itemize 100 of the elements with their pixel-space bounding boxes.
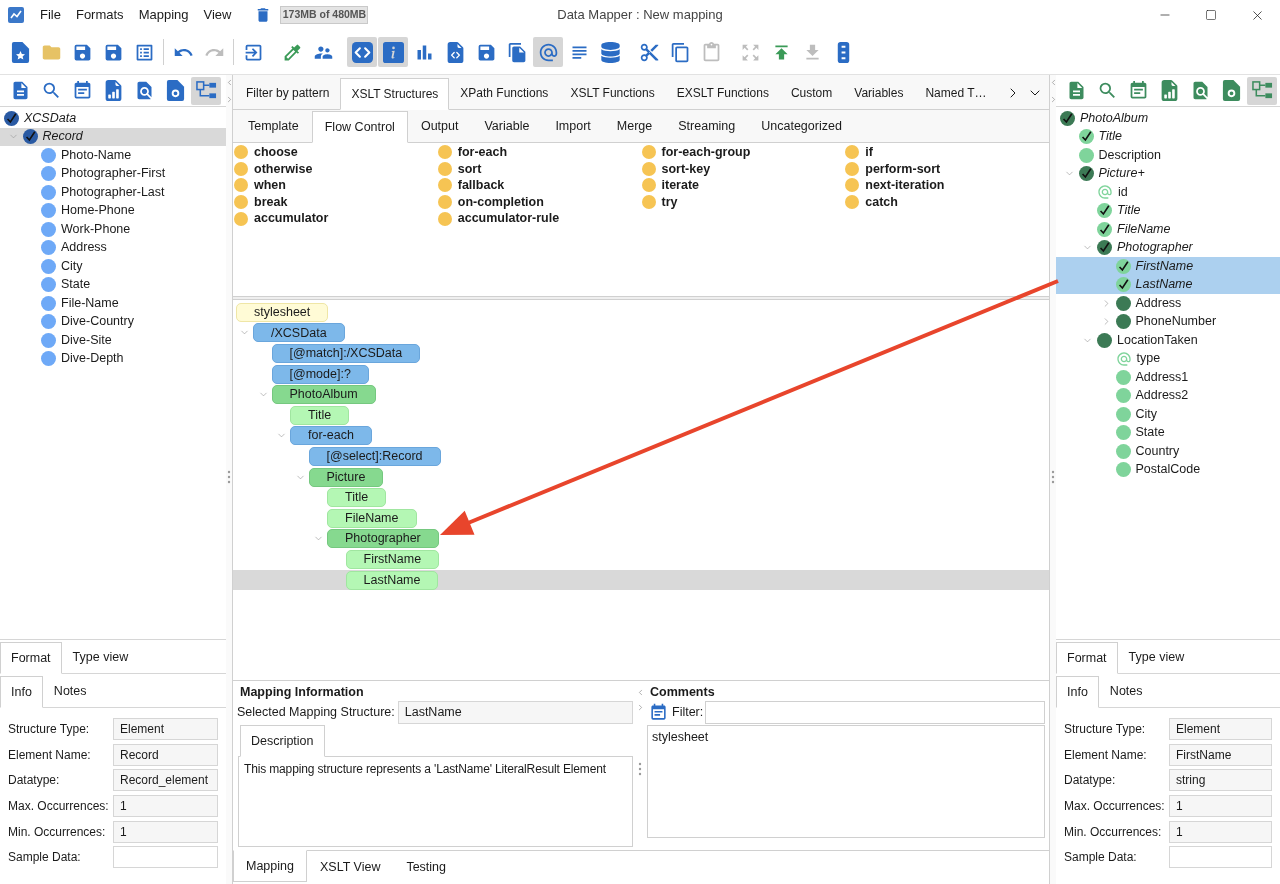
mapping-structure-field[interactable]: LastName <box>397 701 633 724</box>
tab[interactable]: EXSLT Functions <box>665 77 780 109</box>
tab[interactable]: Type view <box>1117 641 1196 673</box>
mapping-node[interactable]: Photographer <box>327 529 439 549</box>
tree-item[interactable]: LastName <box>1097 275 1193 294</box>
tree-item[interactable]: FirstName <box>1097 257 1194 276</box>
tree-item[interactable]: Picture+ <box>1060 164 1145 183</box>
tab[interactable]: Streaming <box>665 110 749 142</box>
tab[interactable]: Format <box>1056 642 1118 674</box>
tree-item[interactable]: State <box>1097 423 1165 442</box>
property-field[interactable]: 1 <box>1169 820 1272 843</box>
structure-item[interactable]: accumulator <box>234 210 329 227</box>
tab[interactable]: Mapping <box>233 850 307 882</box>
mapping-node[interactable]: [@match]:/XCSData <box>271 344 421 363</box>
structure-item[interactable]: fallback <box>437 177 505 194</box>
tree-item[interactable]: Dive-Country <box>22 312 134 331</box>
structure-item[interactable]: for-each-group <box>641 144 751 161</box>
property-field[interactable]: Element <box>113 718 218 741</box>
tab[interactable]: Info <box>0 676 43 708</box>
tree-item[interactable]: type <box>1097 349 1161 368</box>
property-field[interactable]: FirstName <box>1169 743 1272 766</box>
mapping-node[interactable]: Title <box>327 488 387 508</box>
structure-item[interactable]: next-iteration <box>845 177 945 194</box>
property-field[interactable]: Record_element <box>113 769 218 792</box>
tree-item[interactable]: File-Name <box>22 294 119 313</box>
mapping-node[interactable]: /XCSData <box>253 323 345 343</box>
structure-item[interactable]: accumulator-rule <box>437 210 560 227</box>
tab[interactable]: Format <box>0 642 62 674</box>
memory-indicator[interactable]: 173MB of 480MB <box>280 6 369 24</box>
tree-item[interactable]: Country <box>1097 442 1180 461</box>
grip-icon[interactable] <box>638 762 642 776</box>
mapping-node[interactable]: FirstName <box>345 549 440 569</box>
property-field[interactable]: Record <box>113 743 218 766</box>
structure-item[interactable]: catch <box>845 193 898 211</box>
tree-item[interactable]: State <box>22 275 91 294</box>
grip-icon[interactable] <box>227 470 231 484</box>
tree-item[interactable]: id <box>1078 183 1128 202</box>
tree-item[interactable]: Photographer-Last <box>22 183 165 202</box>
tree-item[interactable]: Record <box>4 127 83 146</box>
tree-item[interactable]: Home-Phone <box>22 201 135 220</box>
menu-item[interactable]: Mapping <box>132 4 195 26</box>
tree-item[interactable]: Title <box>1078 201 1141 220</box>
tree-item[interactable]: Dive-Site <box>22 331 112 350</box>
tree-item[interactable]: Description <box>1060 146 1162 165</box>
mapping-node[interactable]: [@select]:Record <box>308 446 441 466</box>
structure-item[interactable]: if <box>845 144 873 161</box>
property-field[interactable] <box>113 846 218 869</box>
property-field[interactable]: string <box>1169 769 1272 792</box>
comment-entry[interactable]: stylesheet <box>652 729 709 745</box>
structure-item[interactable]: sort <box>437 160 482 178</box>
mapping-node[interactable]: for-each <box>290 426 372 446</box>
tab[interactable]: Flow Control <box>311 111 408 143</box>
tab[interactable]: Uncategorized <box>748 110 855 142</box>
tree-item[interactable]: Photographer-First <box>22 164 166 183</box>
mapping-node[interactable]: Picture <box>308 467 384 487</box>
tree-item[interactable]: Work-Phone <box>22 220 131 239</box>
tab[interactable]: XPath Functions <box>449 77 560 109</box>
tab[interactable]: Variable <box>471 110 543 142</box>
structure-item[interactable]: otherwise <box>234 160 313 178</box>
tree-item[interactable]: City <box>22 257 83 276</box>
property-field[interactable] <box>1169 846 1272 869</box>
grip-icon[interactable] <box>1051 470 1055 484</box>
property-field[interactable]: 1 <box>1169 795 1272 818</box>
mapping-node[interactable]: Title <box>290 405 350 425</box>
tree-item[interactable]: Address <box>1097 294 1182 313</box>
property-field[interactable]: Element <box>1169 718 1272 741</box>
tree-item[interactable]: PhoneNumber <box>1097 312 1217 331</box>
tab[interactable]: Variables <box>843 77 915 109</box>
tree-item[interactable]: Dive-Depth <box>22 349 124 368</box>
tab[interactable]: Output <box>407 110 472 142</box>
mapping-node[interactable]: LastName <box>345 570 439 590</box>
structure-item[interactable]: choose <box>234 144 298 161</box>
tree-item[interactable]: Photo-Name <box>22 146 132 165</box>
structure-item[interactable]: on-completion <box>437 193 544 211</box>
mapping-node[interactable]: [@mode]:? <box>271 364 369 384</box>
menu-item[interactable]: View <box>197 4 238 26</box>
structure-item[interactable]: when <box>234 177 286 194</box>
tab[interactable]: Info <box>1056 676 1099 708</box>
tree-item[interactable]: PhotoAlbum <box>1060 109 1149 128</box>
tab[interactable]: Filter by pattern <box>235 77 341 109</box>
tab[interactable]: XSLT Functions <box>559 77 666 109</box>
structure-item[interactable]: for-each <box>437 144 508 161</box>
mapping-node[interactable]: PhotoAlbum <box>271 385 376 405</box>
tab[interactable]: XSLT Structures <box>340 78 450 110</box>
tree-item[interactable]: FileName <box>1078 220 1171 239</box>
tab[interactable]: Testing <box>393 851 459 883</box>
tree-item[interactable]: Photographer <box>1078 238 1193 257</box>
property-field[interactable]: 1 <box>113 795 218 818</box>
tab[interactable]: Type view <box>61 641 140 673</box>
tab[interactable]: Template <box>235 110 312 142</box>
tab[interactable]: Notes <box>42 675 98 707</box>
tab[interactable]: Named T… <box>914 77 998 109</box>
menu-item[interactable]: Formats <box>69 4 130 26</box>
tree-item[interactable]: Title <box>1060 127 1122 146</box>
filter-field[interactable] <box>705 701 1045 724</box>
toolbar-button[interactable] <box>1247 76 1277 105</box>
structure-item[interactable]: break <box>234 193 288 211</box>
tree-item[interactable]: Address <box>22 238 107 257</box>
tree-item[interactable]: PostalCode <box>1097 460 1201 479</box>
structure-item[interactable]: sort-key <box>641 160 711 178</box>
